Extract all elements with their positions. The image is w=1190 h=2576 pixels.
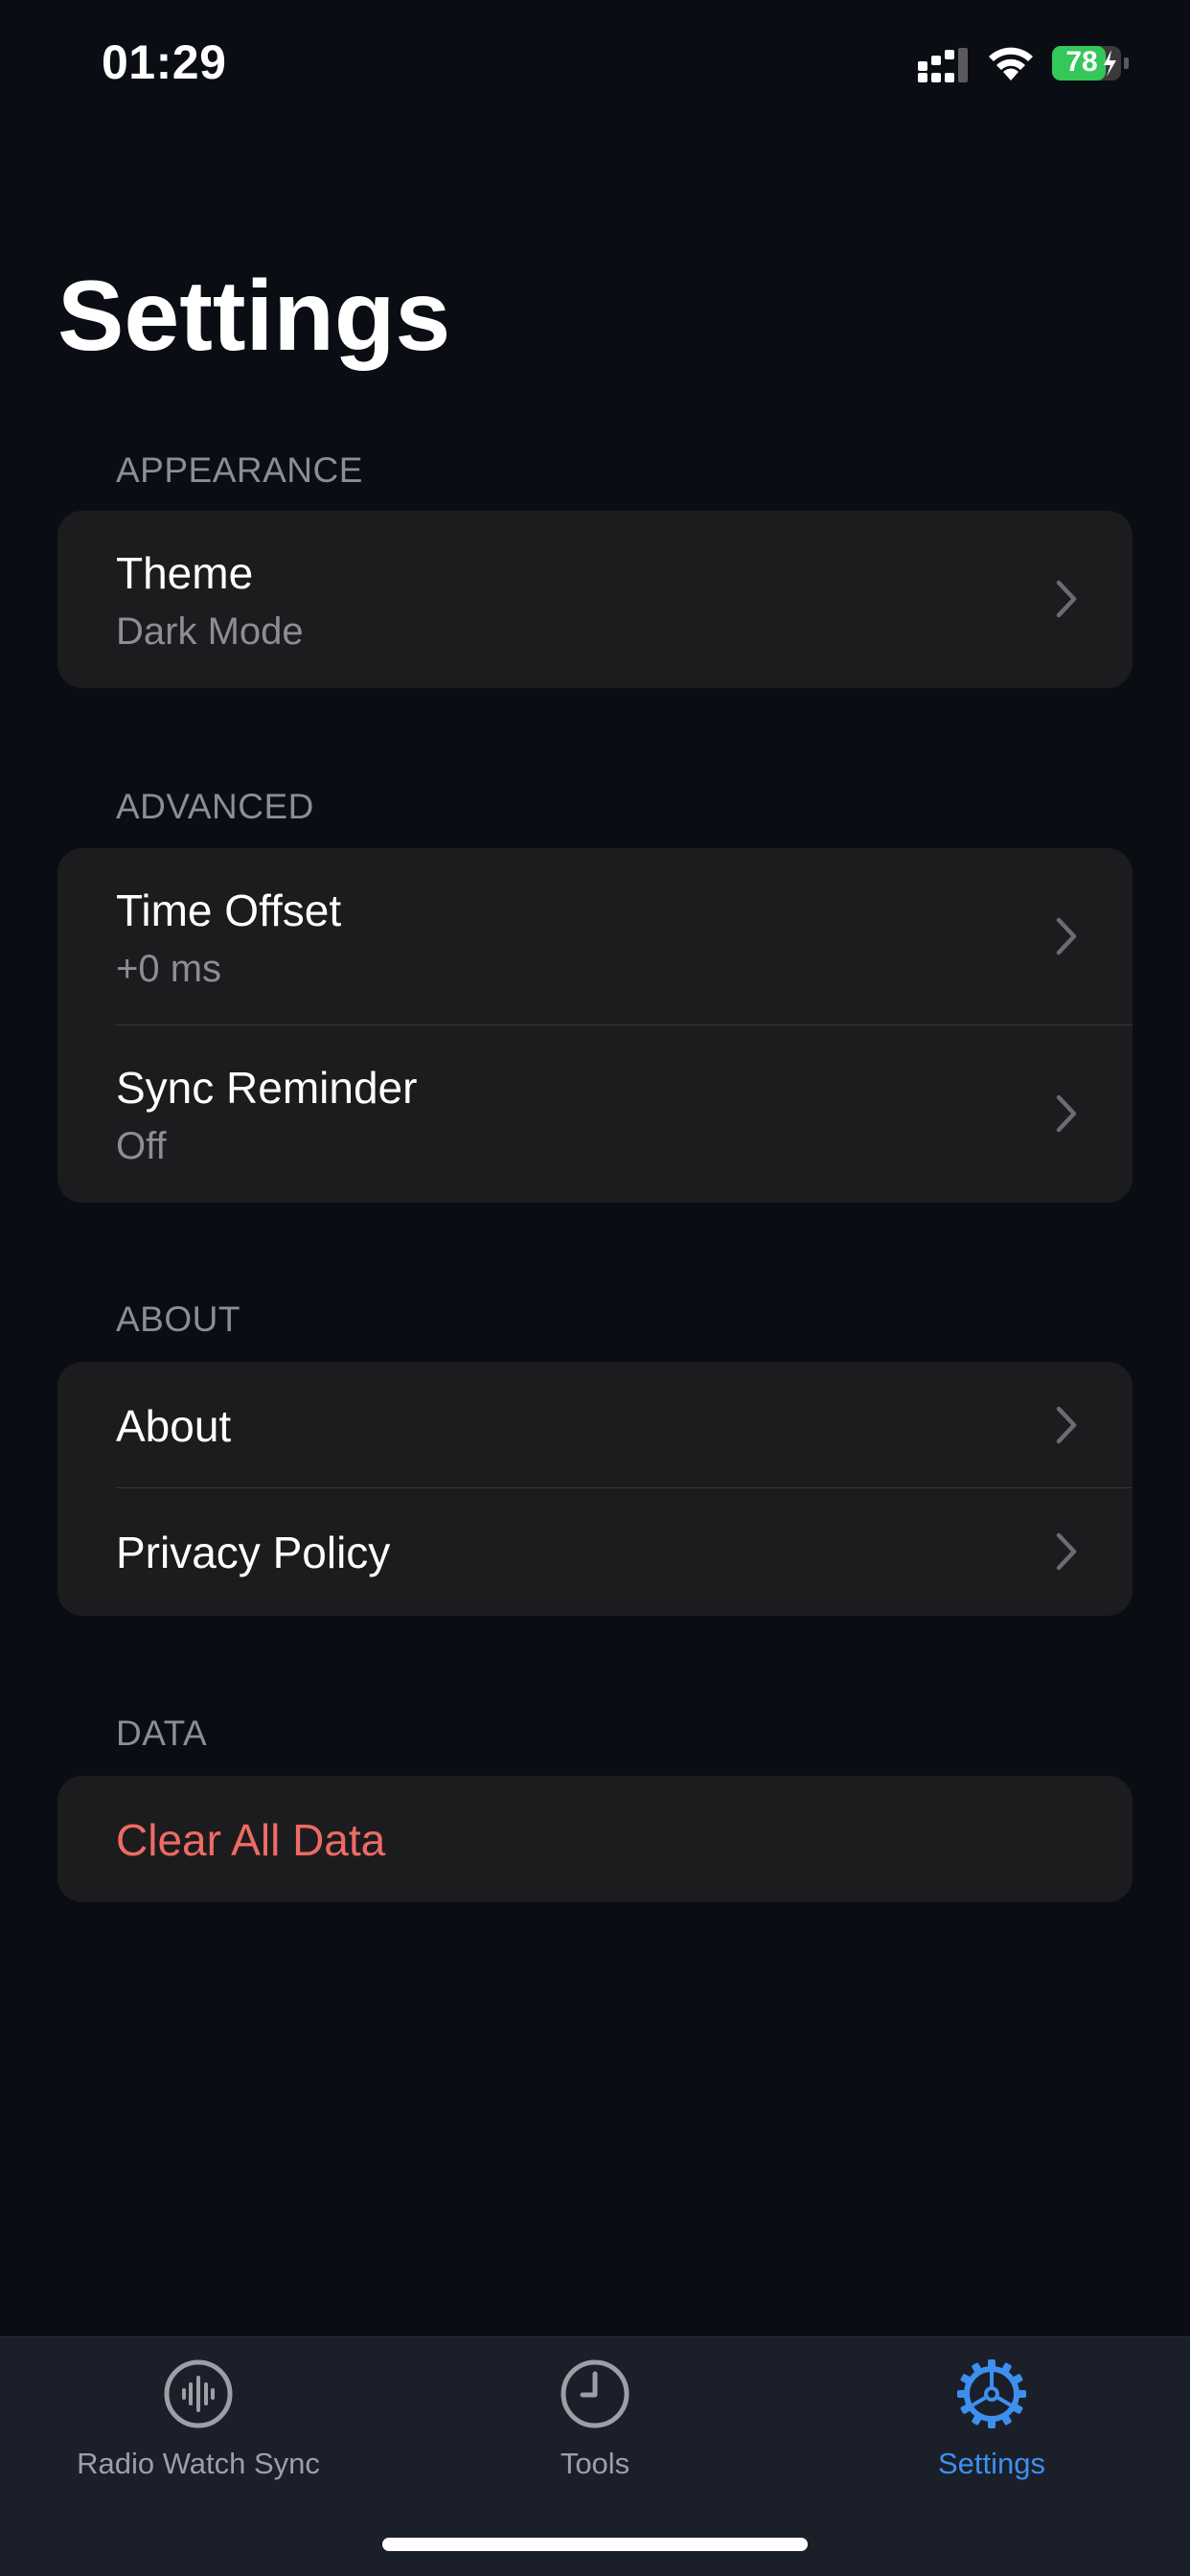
status-time: 01:29 — [102, 35, 227, 89]
about-row[interactable]: About — [57, 1362, 1133, 1488]
section-header-advanced: ADVANCED — [116, 787, 314, 826]
clear-all-data-button[interactable]: Clear All Data — [57, 1776, 1133, 1902]
settings-screen: 01:29 78 Settings APPEARANCE Theme Dark … — [0, 0, 1190, 2576]
chevron-right-icon — [1056, 1532, 1077, 1571]
battery-icon: 78 — [1052, 44, 1131, 82]
advanced-group: Time Offset +0 ms Sync Reminder Off — [57, 848, 1133, 1203]
tab-label: Radio Watch Sync — [77, 2447, 320, 2480]
theme-title: Theme — [116, 548, 254, 598]
cellular-signal-icon — [918, 48, 968, 82]
clock-icon — [561, 2359, 629, 2428]
section-header-appearance: APPEARANCE — [116, 450, 363, 490]
sync-reminder-title: Sync Reminder — [116, 1063, 418, 1113]
sync-reminder-value: Off — [116, 1125, 167, 1167]
chevron-right-icon — [1056, 1094, 1077, 1133]
section-header-about: ABOUT — [116, 1300, 240, 1339]
theme-row[interactable]: Theme Dark Mode — [57, 511, 1133, 688]
gear-icon — [957, 2359, 1026, 2428]
chevron-right-icon — [1056, 917, 1077, 955]
tab-radio-watch-sync[interactable]: Radio Watch Sync — [0, 2337, 397, 2510]
time-offset-row[interactable]: Time Offset +0 ms — [57, 848, 1133, 1025]
tab-settings[interactable]: Settings — [793, 2337, 1190, 2510]
chevron-right-icon — [1056, 580, 1077, 618]
tab-label: Tools — [560, 2447, 630, 2480]
about-title: About — [116, 1401, 232, 1451]
time-offset-title: Time Offset — [116, 886, 342, 935]
appearance-group: Theme Dark Mode — [57, 511, 1133, 688]
sync-reminder-row[interactable]: Sync Reminder Off — [57, 1025, 1133, 1203]
data-group: Clear All Data — [57, 1776, 1133, 1902]
clear-all-data-label: Clear All Data — [116, 1815, 386, 1865]
time-offset-value: +0 ms — [116, 948, 222, 990]
theme-value: Dark Mode — [116, 610, 304, 653]
waveform-icon — [164, 2359, 233, 2428]
page-title: Settings — [57, 261, 451, 372]
privacy-policy-row[interactable]: Privacy Policy — [57, 1488, 1133, 1616]
home-indicator[interactable] — [382, 2538, 808, 2551]
status-bar: 01:29 78 — [0, 0, 1190, 134]
about-group: About Privacy Policy — [57, 1362, 1133, 1616]
wifi-icon — [989, 47, 1033, 80]
privacy-policy-title: Privacy Policy — [116, 1528, 391, 1577]
tab-label: Settings — [937, 2447, 1045, 2480]
section-header-data: DATA — [116, 1714, 208, 1753]
tab-tools[interactable]: Tools — [397, 2337, 793, 2510]
battery-level: 78 — [1065, 46, 1098, 78]
chevron-right-icon — [1056, 1406, 1077, 1444]
